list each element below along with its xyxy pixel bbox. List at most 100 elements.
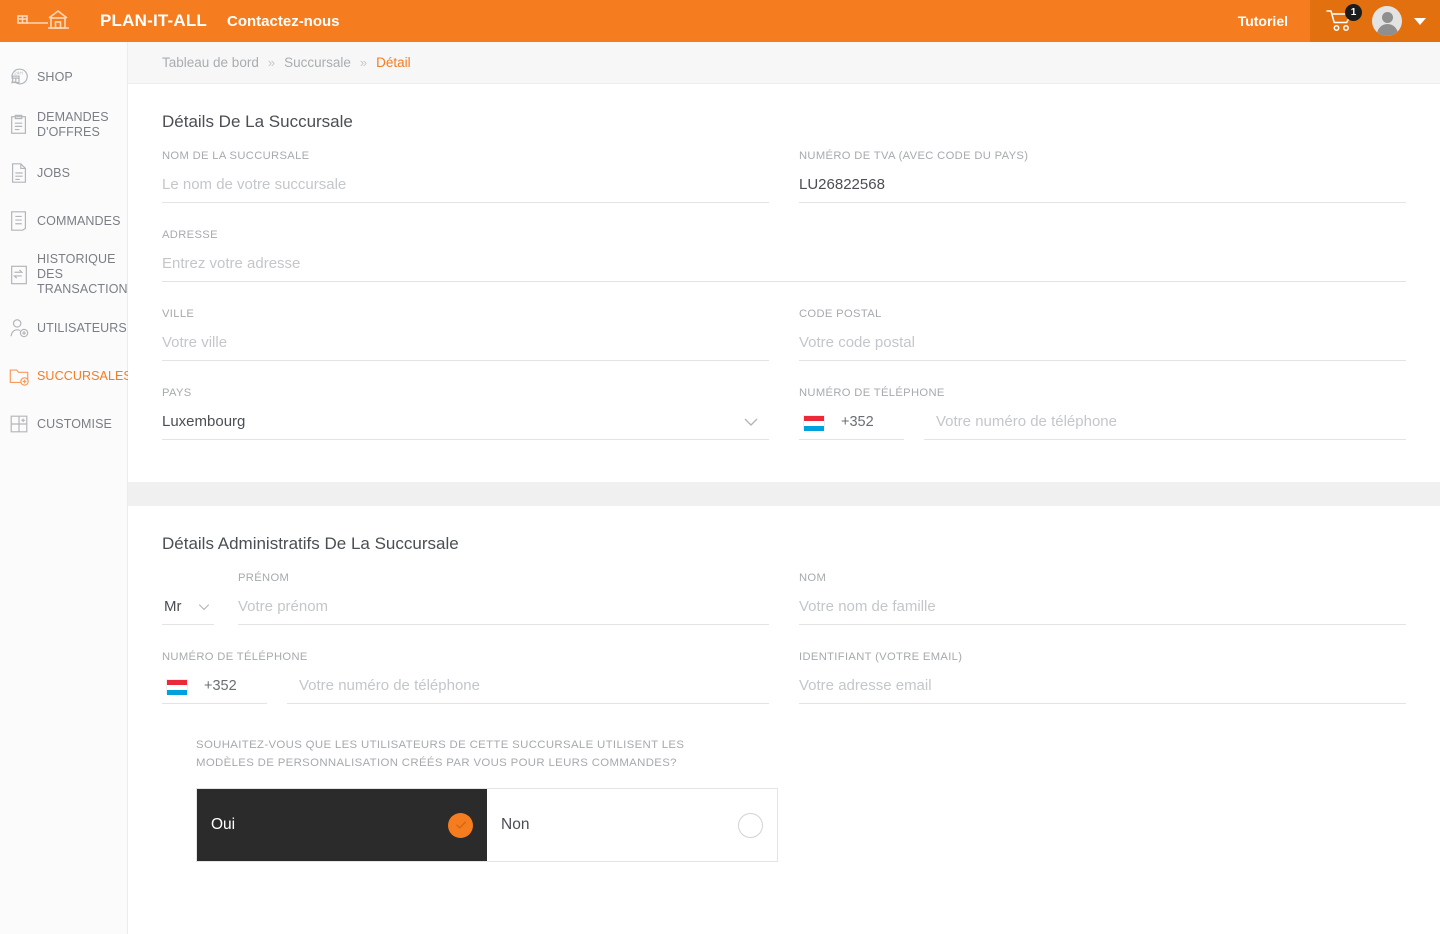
choice-oui[interactable]: Oui: [197, 789, 487, 861]
form-col-left: NUMÉRO DE TÉLÉPHONE +352: [162, 651, 769, 730]
label-email: IDENTIFIANT (VOTRE EMAIL): [799, 651, 963, 663]
branch-name-input[interactable]: [162, 173, 769, 203]
folder-add-icon: [9, 369, 29, 386]
field-civility-firstname: PRÉNOM Mr: [162, 572, 769, 625]
sidebar-item-label: UTILISATEURS: [37, 320, 127, 335]
label-postal-code: CODE POSTAL: [799, 308, 882, 320]
label-country: PAYS: [162, 387, 192, 399]
top-navigation-bar: PLAN-IT-ALL Contactez-nous Tutoriel 1: [0, 0, 1440, 42]
shop-house-logo-icon: [17, 9, 69, 29]
sidebar-item-label: DEMANDES D'OFFRES: [37, 110, 109, 139]
avatar-body: [1376, 24, 1398, 36]
sidebar-item-customise[interactable]: CUSTOMISE: [0, 407, 127, 441]
sidebar-item-label: SHOP: [37, 69, 73, 84]
admin-phone-country-code: +352: [204, 678, 237, 694]
form-row-admin-phone-email: NUMÉRO DE TÉLÉPHONE +352 IDENTIFIANT: [162, 651, 1406, 730]
avatar[interactable]: [1372, 6, 1402, 36]
section-title-branch-details: Détails De La Succursale: [162, 112, 353, 131]
sidebar-item-label: HISTORIQUE DES TRANSACTIONS: [37, 252, 137, 296]
lastname-input[interactable]: [799, 595, 1406, 625]
civility-value: Mr: [164, 598, 182, 615]
field-branch-phone: NUMÉRO DE TÉLÉPHONE +352: [799, 387, 1406, 440]
main-content: Tableau de bord » Succursale » Détail Dé…: [128, 42, 1440, 934]
form-row-country-phone: PAYS NUMÉRO DE TÉLÉPHONE: [162, 387, 1406, 466]
firstname-input[interactable]: [238, 595, 769, 625]
sidebar-item-commandes[interactable]: COMMANDES: [0, 204, 127, 238]
sidebar-item-label: CUSTOMISE: [37, 416, 112, 431]
sidebar: 24H SHOP DEMANDES D'OFFRES JOBS COMMANDE…: [0, 42, 136, 934]
firstname-field: [238, 595, 769, 625]
caret-down-icon[interactable]: [1414, 17, 1426, 25]
address-input[interactable]: [162, 252, 1406, 282]
label-branch-phone: NUMÉRO DE TÉLÉPHONE: [799, 387, 945, 399]
branch-phone-country-select[interactable]: +352: [799, 411, 904, 440]
form-col-right: NUMÉRO DE TVA (AVEC CODE DU PAYS): [799, 150, 1406, 229]
choice-non[interactable]: Non: [487, 789, 777, 861]
city-input[interactable]: [162, 331, 769, 361]
tutoriel-link[interactable]: Tutoriel: [1216, 13, 1310, 29]
field-postal-code: CODE POSTAL: [799, 308, 1406, 361]
branch-phone-input[interactable]: [924, 410, 1406, 440]
breadcrumb-item-detail: Détail: [376, 55, 411, 70]
label-firstname: PRÉNOM: [238, 572, 290, 584]
chevron-down-icon: [198, 603, 210, 610]
civility-firstname-row: Mr: [162, 595, 769, 625]
sidebar-item-shop[interactable]: 24H SHOP: [0, 60, 127, 94]
topbar-right-group: Tutoriel 1: [1216, 0, 1440, 42]
customise-grid-icon: [10, 415, 28, 433]
field-address: ADRESSE: [162, 229, 1406, 282]
shop-24h-icon: 24H: [11, 68, 28, 85]
branch-details-panel: Détails De La Succursale NOM DE LA SUCCU…: [128, 84, 1440, 482]
email-input[interactable]: [799, 674, 1406, 704]
admin-phone-group: +352: [162, 674, 769, 704]
choice-oui-label: Oui: [211, 816, 236, 833]
breadcrumb-item-succursale[interactable]: Succursale: [284, 55, 351, 70]
transaction-history-icon: [11, 265, 27, 284]
field-branch-name: NOM DE LA SUCCURSALE: [162, 150, 769, 203]
luxembourg-flag-icon: [166, 678, 188, 695]
form-row-city-postal: VILLE CODE POSTAL: [162, 308, 1406, 387]
sidebar-item-jobs[interactable]: JOBS: [0, 156, 127, 190]
svg-text:24H: 24H: [14, 71, 23, 76]
label-lastname: NOM: [799, 572, 827, 584]
panel-divider: [128, 482, 1440, 506]
form-col-right: NUMÉRO DE TÉLÉPHONE +352: [799, 387, 1406, 466]
sidebar-item-historique-des-transactions[interactable]: HISTORIQUE DES TRANSACTIONS: [0, 252, 136, 297]
label-branch-name: NOM DE LA SUCCURSALE: [162, 150, 310, 162]
logo[interactable]: [0, 0, 90, 42]
admin-phone-input[interactable]: [287, 674, 769, 704]
form-col-right: IDENTIFIANT (VOTRE EMAIL): [799, 651, 1406, 730]
contact-link[interactable]: Contactez-nous: [227, 13, 340, 30]
field-city: VILLE: [162, 308, 769, 361]
field-country: PAYS: [162, 387, 769, 440]
personalisation-choice-group: Oui Non: [196, 788, 778, 862]
form-col-left: PAYS: [162, 387, 769, 466]
brand-title: PLAN-IT-ALL: [100, 11, 208, 30]
radio-empty-icon: [738, 812, 763, 838]
admin-phone-country-select[interactable]: +352: [162, 675, 267, 704]
user-add-icon: [10, 319, 29, 338]
civility-select[interactable]: Mr: [162, 595, 214, 625]
form-col-right: NOM: [799, 572, 1406, 651]
personalisation-question-text: SOUHAITEZ-VOUS QUE LES UTILISATEURS DE C…: [196, 739, 685, 769]
sidebar-item-succursales[interactable]: SUCCURSALES: [0, 359, 132, 393]
postal-code-input[interactable]: [799, 331, 1406, 361]
form-col-left: VILLE: [162, 308, 769, 387]
cart-button[interactable]: 1: [1326, 4, 1362, 35]
form-row-address: ADRESSE: [162, 229, 1406, 308]
sidebar-item-label: COMMANDES: [37, 213, 121, 228]
breadcrumb-item-dashboard[interactable]: Tableau de bord: [162, 55, 259, 70]
sidebar-item-utilisateurs[interactable]: UTILISATEURS: [0, 311, 127, 345]
form-col-address: ADRESSE: [162, 229, 1406, 308]
form-col-right: CODE POSTAL: [799, 308, 1406, 387]
field-vat-number: NUMÉRO DE TVA (AVEC CODE DU PAYS): [799, 150, 1406, 203]
order-list-icon: [11, 211, 27, 231]
breadcrumb-separator: »: [359, 55, 368, 70]
sidebar-item-demandes-doffres[interactable]: DEMANDES D'OFFRES: [0, 108, 127, 142]
country-select-value[interactable]: [162, 410, 769, 440]
check-circle-icon: [448, 812, 473, 838]
country-select[interactable]: [162, 410, 769, 440]
vat-number-input[interactable]: [799, 173, 1406, 203]
choice-non-label: Non: [501, 816, 530, 833]
cart-badge-count: 1: [1345, 4, 1362, 21]
